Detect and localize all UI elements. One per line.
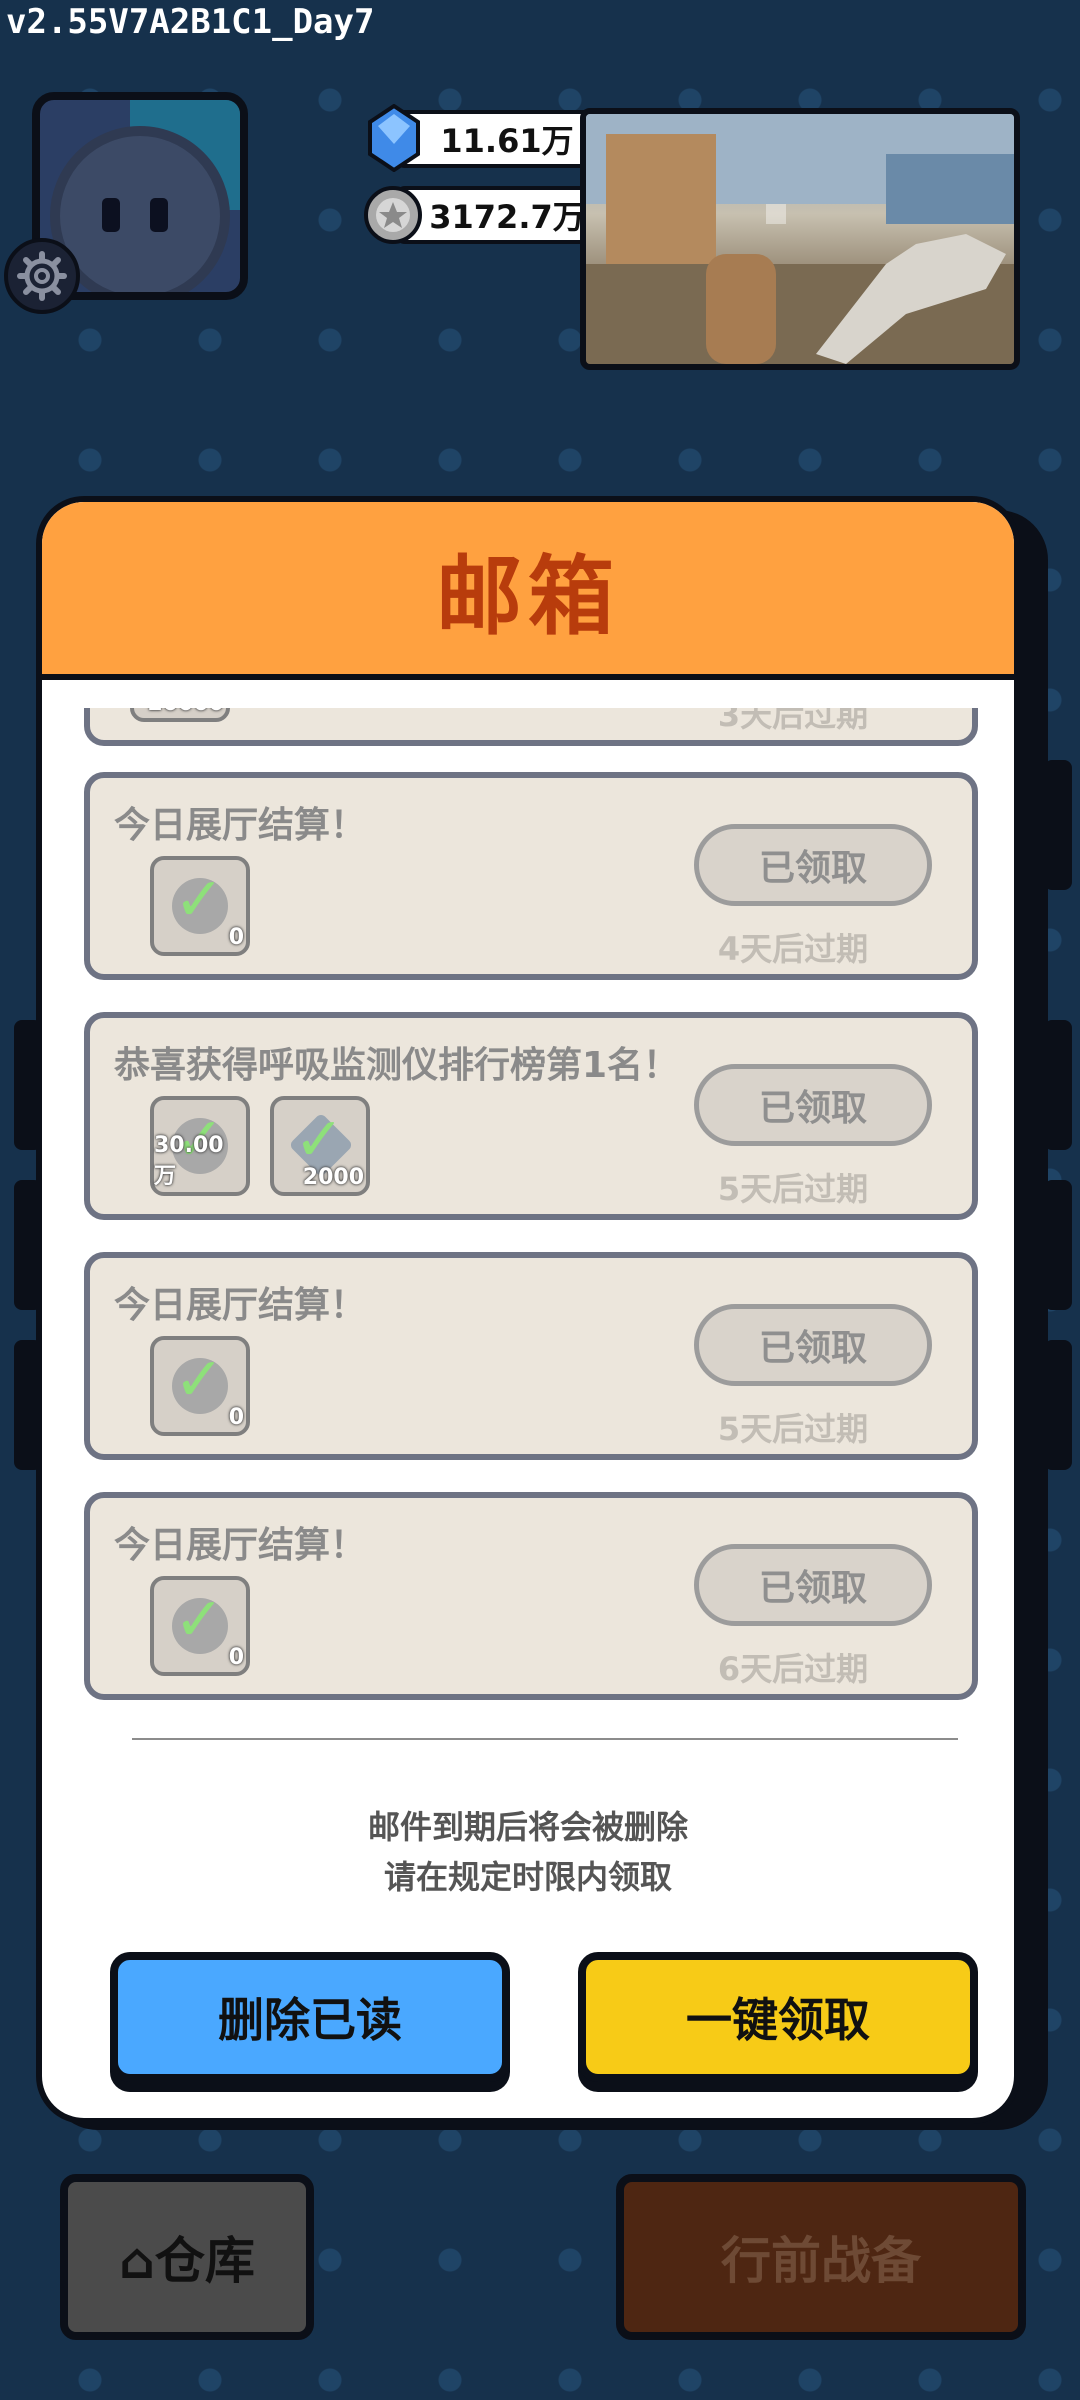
- mail-title: 今日展厅结算！: [114, 805, 367, 846]
- reward-slot: ✓ 0: [150, 1576, 250, 1676]
- prepare-button[interactable]: 行前战备: [616, 2174, 1026, 2340]
- divider: [132, 1738, 958, 1740]
- check-icon: ✓: [174, 1345, 225, 1415]
- version-label: v2.55V7A2B1C1_Day7: [6, 2, 375, 42]
- check-icon: ✓: [294, 1105, 345, 1175]
- expire-label: 5天后过期: [717, 1410, 869, 1448]
- mail-item[interactable]: 今日展厅结算！ ✓ 0 已领取 5天后过期: [84, 1252, 978, 1460]
- claimed-button[interactable]: 已领取: [694, 824, 932, 906]
- mailbox-header: 邮箱: [42, 502, 1014, 680]
- claim-deadline-notice: 请在规定时限内领取: [383, 1858, 672, 1896]
- warehouse-button[interactable]: ⌂仓库: [60, 2174, 314, 2340]
- gem-icon: [368, 103, 420, 176]
- reward-slot: ✓ 0: [150, 856, 250, 956]
- mailbox-dialog: 邮箱 20000 3天后过期 今日展厅结算！ ✓ 0 已领取 4天后过期 恭喜获…: [36, 496, 1020, 2124]
- mail-item[interactable]: 今日展厅结算！ ✓ 0 已领取 4天后过期: [84, 772, 978, 980]
- mail-item[interactable]: 20000 3天后过期: [84, 708, 978, 746]
- gem-balance: 11.61万: [395, 110, 595, 168]
- expiry-notice: 邮件到期后将会被删除: [367, 1808, 688, 1846]
- coin-balance: 3172.7万: [395, 186, 595, 244]
- coin-icon: [362, 184, 424, 250]
- gear-icon[interactable]: [4, 238, 80, 314]
- check-icon: ✓: [174, 865, 225, 935]
- expire-label: 6天后过期: [717, 1650, 869, 1688]
- gem-balance-value: 11.61万: [440, 122, 574, 160]
- reward-slot: ✓ 30.00万: [150, 1096, 250, 1196]
- mail-item[interactable]: 恭喜获得呼吸监测仪排行榜第1名！ ✓ 30.00万 ✓ 2000 已领取 5天后…: [84, 1012, 978, 1220]
- claim-all-button[interactable]: 一键领取: [578, 1952, 978, 2082]
- mail-list[interactable]: 20000 3天后过期 今日展厅结算！ ✓ 0 已领取 4天后过期 恭喜获得呼吸…: [42, 708, 1014, 1708]
- mail-title: 今日展厅结算！: [114, 1285, 367, 1326]
- mail-item[interactable]: 今日展厅结算！ ✓ 0 已领取 6天后过期: [84, 1492, 978, 1700]
- reward-slot: ✓ 2000: [270, 1096, 370, 1196]
- expire-label: 4天后过期: [717, 930, 869, 968]
- check-icon: ✓: [174, 1585, 225, 1655]
- video-ad-thumbnail[interactable]: [580, 108, 1020, 370]
- mail-title: 恭喜获得呼吸监测仪排行榜第1名！: [114, 1045, 680, 1086]
- mail-title: 今日展厅结算！: [114, 1525, 367, 1566]
- expire-label: 5天后过期: [717, 1170, 869, 1208]
- claimed-button[interactable]: 已领取: [694, 1304, 932, 1386]
- mailbox-title: 邮箱: [436, 546, 620, 647]
- coin-balance-value: 3172.7万: [429, 198, 585, 236]
- delete-read-button[interactable]: 删除已读: [110, 1952, 510, 2082]
- claimed-button[interactable]: 已领取: [694, 1544, 932, 1626]
- claimed-button[interactable]: 已领取: [694, 1064, 932, 1146]
- reward-slot: ✓ 0: [150, 1336, 250, 1436]
